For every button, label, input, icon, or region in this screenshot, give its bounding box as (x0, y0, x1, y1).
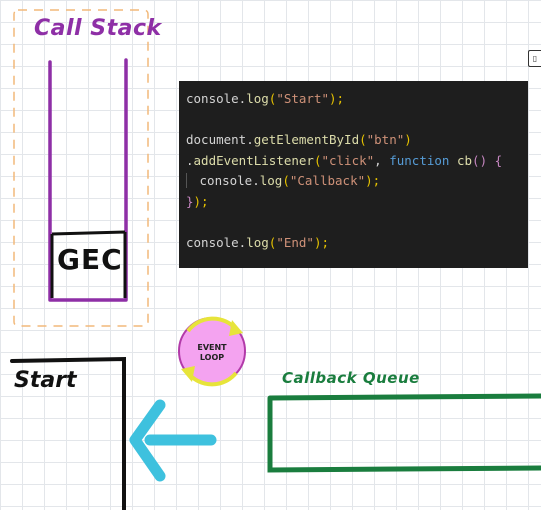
code-token: ); (329, 91, 345, 106)
code-token: cb (456, 152, 473, 168)
code-line: document.getElementById("btn") (186, 130, 528, 151)
callback-queue-label: Callback Queue (282, 369, 420, 387)
code-token: getElementById (253, 132, 360, 148)
code-token: () (472, 152, 495, 168)
call-stack-outline (13, 9, 149, 327)
event-loop-label-line2: LOOP (199, 353, 225, 362)
output-arrow (129, 399, 217, 482)
code-token: "End" (276, 235, 314, 251)
call-stack-title: Call Stack (34, 16, 162, 41)
code-line: console.log("End"); (186, 233, 528, 254)
indent-guide (186, 173, 195, 189)
code-token: log (246, 235, 269, 251)
code-token: ( (359, 132, 367, 148)
event-loop-label-line1: EVENT (197, 343, 227, 352)
code-token: function (389, 152, 450, 168)
code-token: log (259, 173, 283, 189)
gec-frame-label: GEC (57, 243, 123, 276)
code-token: ); (193, 193, 209, 209)
code-token: log (246, 91, 269, 106)
code-token: "Start" (276, 91, 330, 106)
code-line: }); (186, 192, 528, 213)
code-token: , (374, 152, 390, 168)
output-label: Start (14, 368, 77, 393)
code-token: } (186, 193, 194, 209)
code-token: "btn" (366, 132, 405, 148)
code-token: ); (365, 173, 381, 189)
code-token: console. (186, 235, 247, 251)
code-token: console. (186, 91, 247, 106)
code-token: . (186, 152, 194, 168)
event-loop-label: EVENT LOOP (186, 343, 238, 363)
code-line: console.log("Callback"); (186, 171, 528, 192)
code-token: { (494, 152, 503, 168)
edge-tab-icon: ▯ (528, 50, 541, 67)
code-token: "click" (321, 152, 375, 168)
code-token: "Callback" (289, 173, 366, 189)
code-token: addEventListener (193, 152, 314, 168)
code-token: console. (199, 173, 260, 189)
code-snippet-panel: console.log("Start"); document.getElement… (179, 81, 528, 268)
code-line: .addEventListener("click", function cb()… (186, 151, 528, 172)
code-token: document. (186, 132, 254, 148)
code-token: ); (313, 235, 330, 251)
callback-queue-box (267, 393, 541, 473)
code-token: ) (404, 132, 412, 148)
code-line: console.log("Start"); (186, 89, 528, 110)
code-token: ( (282, 173, 290, 189)
